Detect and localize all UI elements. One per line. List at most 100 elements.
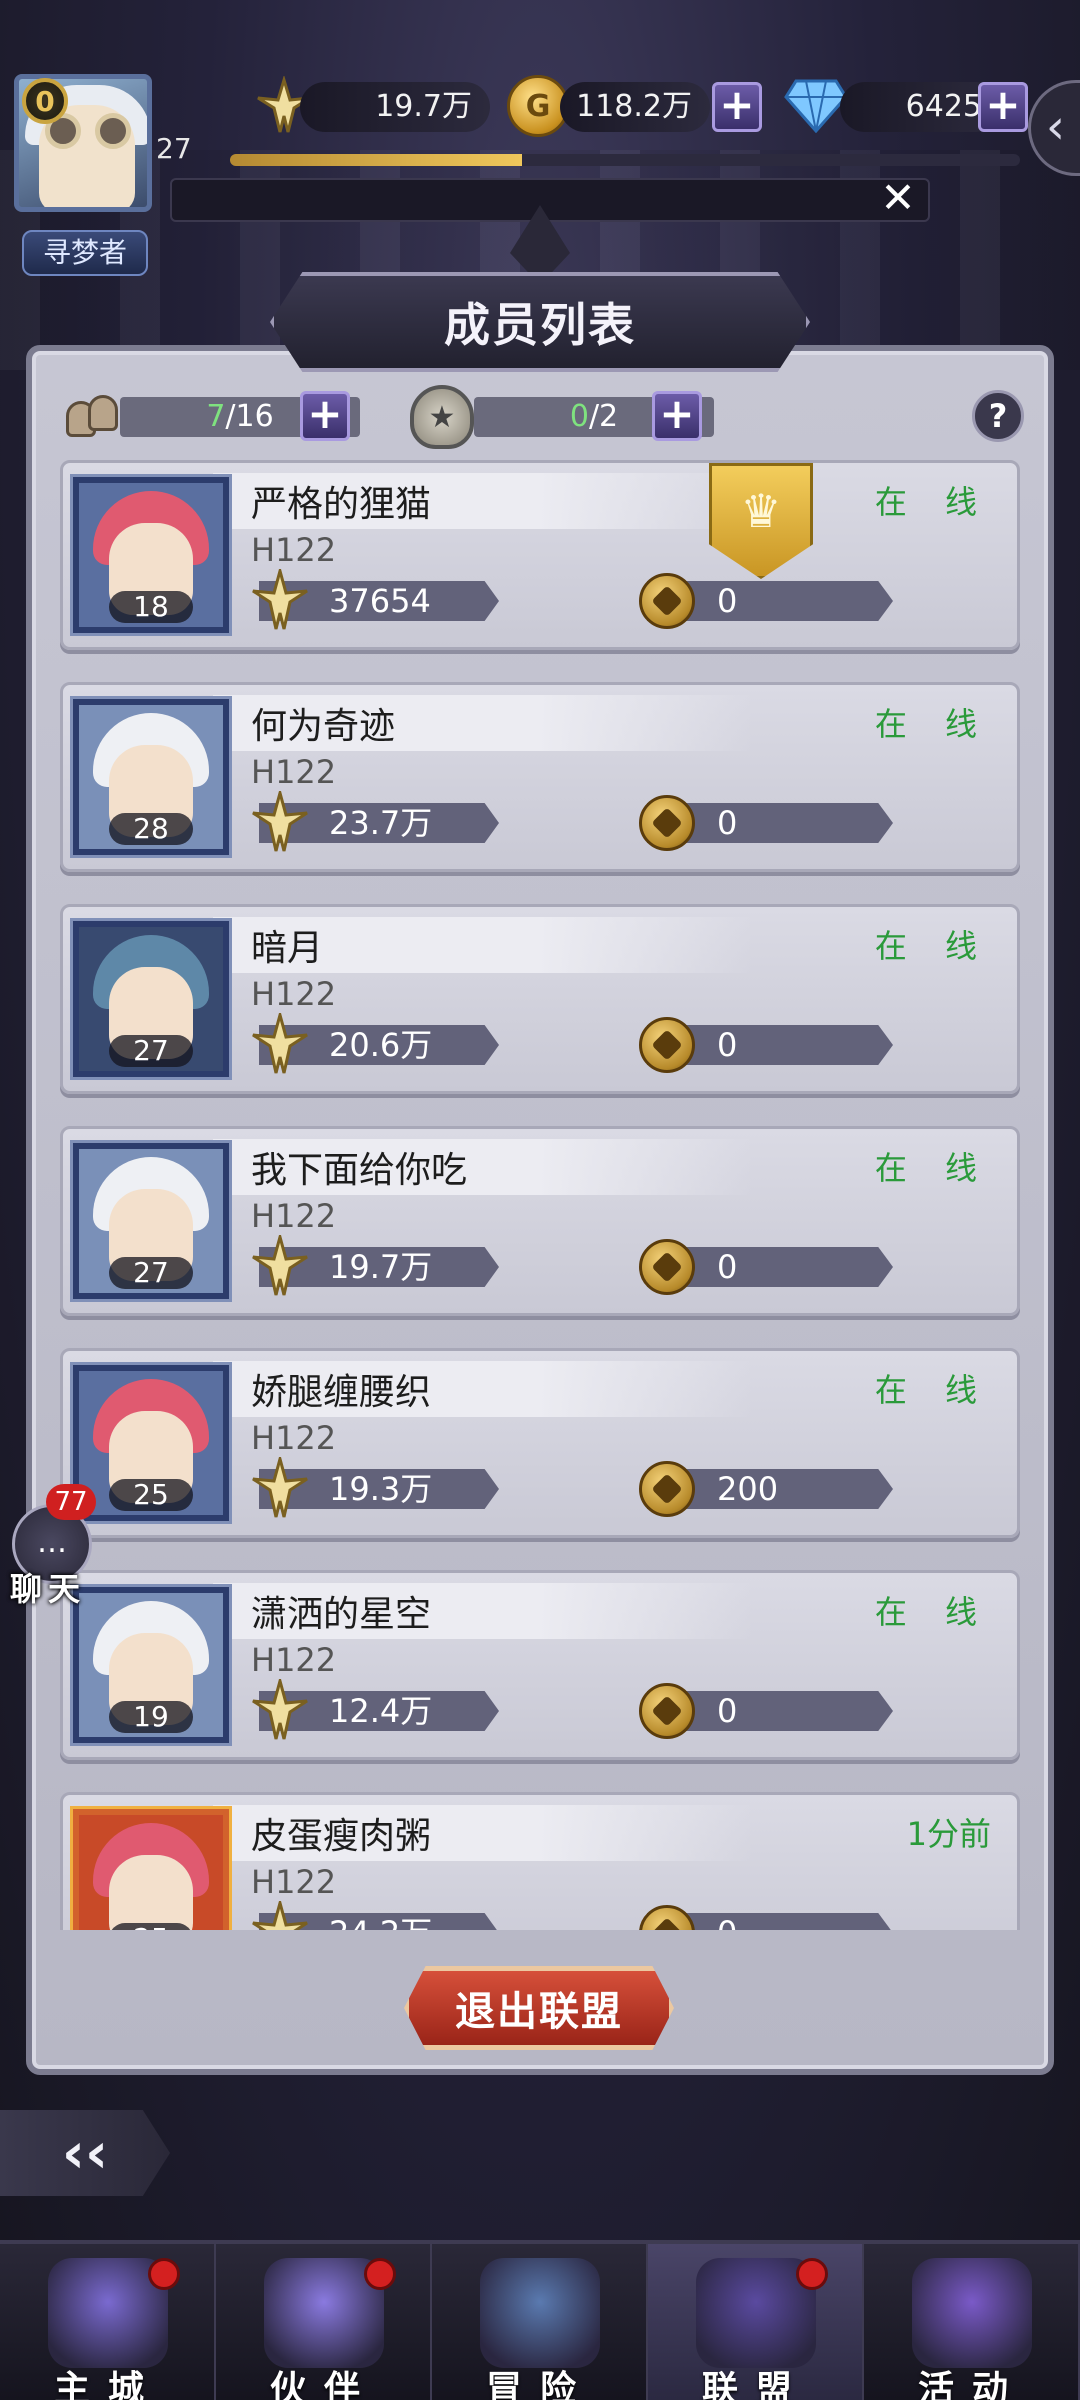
chat-label: 聊天 xyxy=(10,1570,87,1608)
power-sword-icon xyxy=(249,1453,311,1521)
contribution-coin-icon xyxy=(639,1461,695,1517)
add-gold-button[interactable]: + xyxy=(712,82,762,132)
player-title: 寻梦者 xyxy=(22,230,148,276)
chat-button[interactable]: … 77 聊天 xyxy=(2,1484,98,1608)
member-level: 25 xyxy=(109,1479,193,1511)
member-online-status: 在 线 xyxy=(874,705,991,743)
quit-guild-label: 退出联盟 xyxy=(455,1989,623,2035)
guild-stats: 7/16 + ★ 0/2 + xyxy=(60,385,1020,449)
chat-unread-badge: 77 xyxy=(46,1484,96,1520)
power-sword-icon xyxy=(249,1675,311,1743)
member-avatar[interactable]: 28 xyxy=(70,696,232,858)
power-sword-icon xyxy=(249,1009,311,1077)
member-online-status: 在 线 xyxy=(874,927,991,965)
gold-value: 118.2万 xyxy=(560,82,710,132)
bottom-nav: 主城 伙伴 冒险 联盟 活动 xyxy=(0,2240,1080,2400)
notification-dot xyxy=(148,2258,180,2290)
member-name: 潇洒的星空 xyxy=(251,1594,432,1635)
contribution-coin-icon xyxy=(639,1017,695,1073)
panel-title: 成员列表 xyxy=(444,298,636,352)
contribution-coin-icon xyxy=(639,1683,695,1739)
nav-label: 冒险 xyxy=(485,2369,594,2400)
nav-item-compass[interactable]: 冒险 xyxy=(432,2244,648,2400)
nav-item-cards[interactable]: 活动 xyxy=(864,2244,1080,2400)
leader-crown-icon: ♛ xyxy=(709,463,813,579)
member-avatar[interactable]: 19 xyxy=(70,1584,232,1746)
notification-dot xyxy=(796,2258,828,2290)
member-avatar[interactable]: 27 xyxy=(70,918,232,1080)
nav-label: 主城 xyxy=(53,2369,162,2400)
power-sword-icon xyxy=(249,1231,311,1299)
panel-title-banner: 成员列表 xyxy=(270,272,810,372)
member-name: 暗月 xyxy=(251,928,324,969)
add-gem-button[interactable]: + xyxy=(978,82,1028,132)
nav-label: 伙伴 xyxy=(269,2369,378,2400)
member-level: 27 xyxy=(109,1035,193,1067)
member-row[interactable]: 25 皮蛋瘦肉粥 H122 1分前 24.2万 0 xyxy=(60,1792,1020,1930)
notification-dot xyxy=(364,2258,396,2290)
nav-label: 联盟 xyxy=(701,2369,810,2400)
member-avatar[interactable]: 27 xyxy=(70,1140,232,1302)
member-list[interactable]: 18 严格的狸猫 H122 在 线 37654 0 ♛ 28 何为奇迹 H122… xyxy=(60,460,1020,1930)
member-server: H122 xyxy=(251,975,337,1013)
player-level: 27 xyxy=(156,132,192,165)
member-row[interactable]: 27 暗月 H122 在 线 20.6万 0 xyxy=(60,904,1020,1094)
member-name: 严格的狸猫 xyxy=(251,484,432,525)
member-online-status: 1分前 xyxy=(906,1815,991,1853)
members-icon xyxy=(64,391,124,445)
nav-item-wizard-hat[interactable]: 伙伴 xyxy=(216,2244,432,2400)
contribution-coin-icon xyxy=(639,1905,695,1930)
contribution-coin-icon xyxy=(639,795,695,851)
help-button[interactable]: ? xyxy=(972,390,1024,442)
member-row[interactable]: 19 潇洒的星空 H122 在 线 12.4万 0 xyxy=(60,1570,1020,1760)
contribution-coin-icon xyxy=(639,573,695,629)
notice-bar xyxy=(170,178,930,222)
member-name: 何为奇迹 xyxy=(251,706,396,747)
power-sword-icon xyxy=(249,787,311,855)
nav-item-shield-crest[interactable]: 联盟 xyxy=(648,2244,864,2400)
member-row[interactable]: 27 我下面给你吃 H122 在 线 19.7万 0 xyxy=(60,1126,1020,1316)
add-officer-slot-button[interactable]: + xyxy=(652,391,702,441)
member-name: 皮蛋瘦肉粥 xyxy=(251,1816,432,1857)
member-server: H122 xyxy=(251,1197,337,1235)
back-arrow-icon: ‹‹ xyxy=(61,2120,109,2186)
member-avatar[interactable]: 18 xyxy=(70,474,232,636)
member-level: 28 xyxy=(109,813,193,845)
diamond-icon xyxy=(784,74,848,138)
member-row[interactable]: 28 何为奇迹 H122 在 线 23.7万 0 xyxy=(60,682,1020,872)
power-value: 19.7万 xyxy=(300,82,490,132)
xp-bar xyxy=(230,154,1020,166)
member-level: 27 xyxy=(109,1257,193,1289)
member-online-status: 在 线 xyxy=(874,483,991,521)
close-notice-icon[interactable]: ✕ xyxy=(876,176,920,220)
member-name: 我下面给你吃 xyxy=(251,1150,468,1191)
member-avatar[interactable]: 25 xyxy=(70,1806,232,1930)
member-level: 18 xyxy=(109,591,193,623)
member-server: H122 xyxy=(251,753,337,791)
member-row[interactable]: 25 娇腿缠腰织 H122 在 线 19.3万 200 xyxy=(60,1348,1020,1538)
member-row[interactable]: 18 严格的狸猫 H122 在 线 37654 0 ♛ xyxy=(60,460,1020,650)
gem-value: 6425 xyxy=(840,82,1000,132)
compass-icon xyxy=(480,2258,600,2368)
member-server: H122 xyxy=(251,1863,337,1901)
back-button[interactable]: ‹‹ xyxy=(0,2110,170,2196)
nav-item-castle[interactable]: 主城 xyxy=(0,2244,216,2400)
officer-badge-icon: ★ xyxy=(410,385,474,449)
add-member-slot-button[interactable]: + xyxy=(300,391,350,441)
member-online-status: 在 线 xyxy=(874,1593,991,1631)
member-name: 娇腿缠腰织 xyxy=(251,1372,432,1413)
contribution-coin-icon xyxy=(639,1239,695,1295)
member-online-status: 在 线 xyxy=(874,1149,991,1187)
member-level: 19 xyxy=(109,1701,193,1733)
power-sword-icon xyxy=(249,565,311,633)
member-server: H122 xyxy=(251,1641,337,1679)
member-server: H122 xyxy=(251,531,337,569)
member-online-status: 在 线 xyxy=(874,1371,991,1409)
collapse-hud-button[interactable]: ‹ xyxy=(1028,80,1080,176)
cards-icon xyxy=(912,2258,1032,2368)
quit-guild-button[interactable]: 退出联盟 xyxy=(404,1966,674,2050)
nav-label: 活动 xyxy=(917,2369,1026,2400)
vip-badge[interactable]: 0 xyxy=(22,78,68,124)
power-sword-icon xyxy=(249,1897,311,1930)
member-level: 25 xyxy=(109,1923,193,1930)
